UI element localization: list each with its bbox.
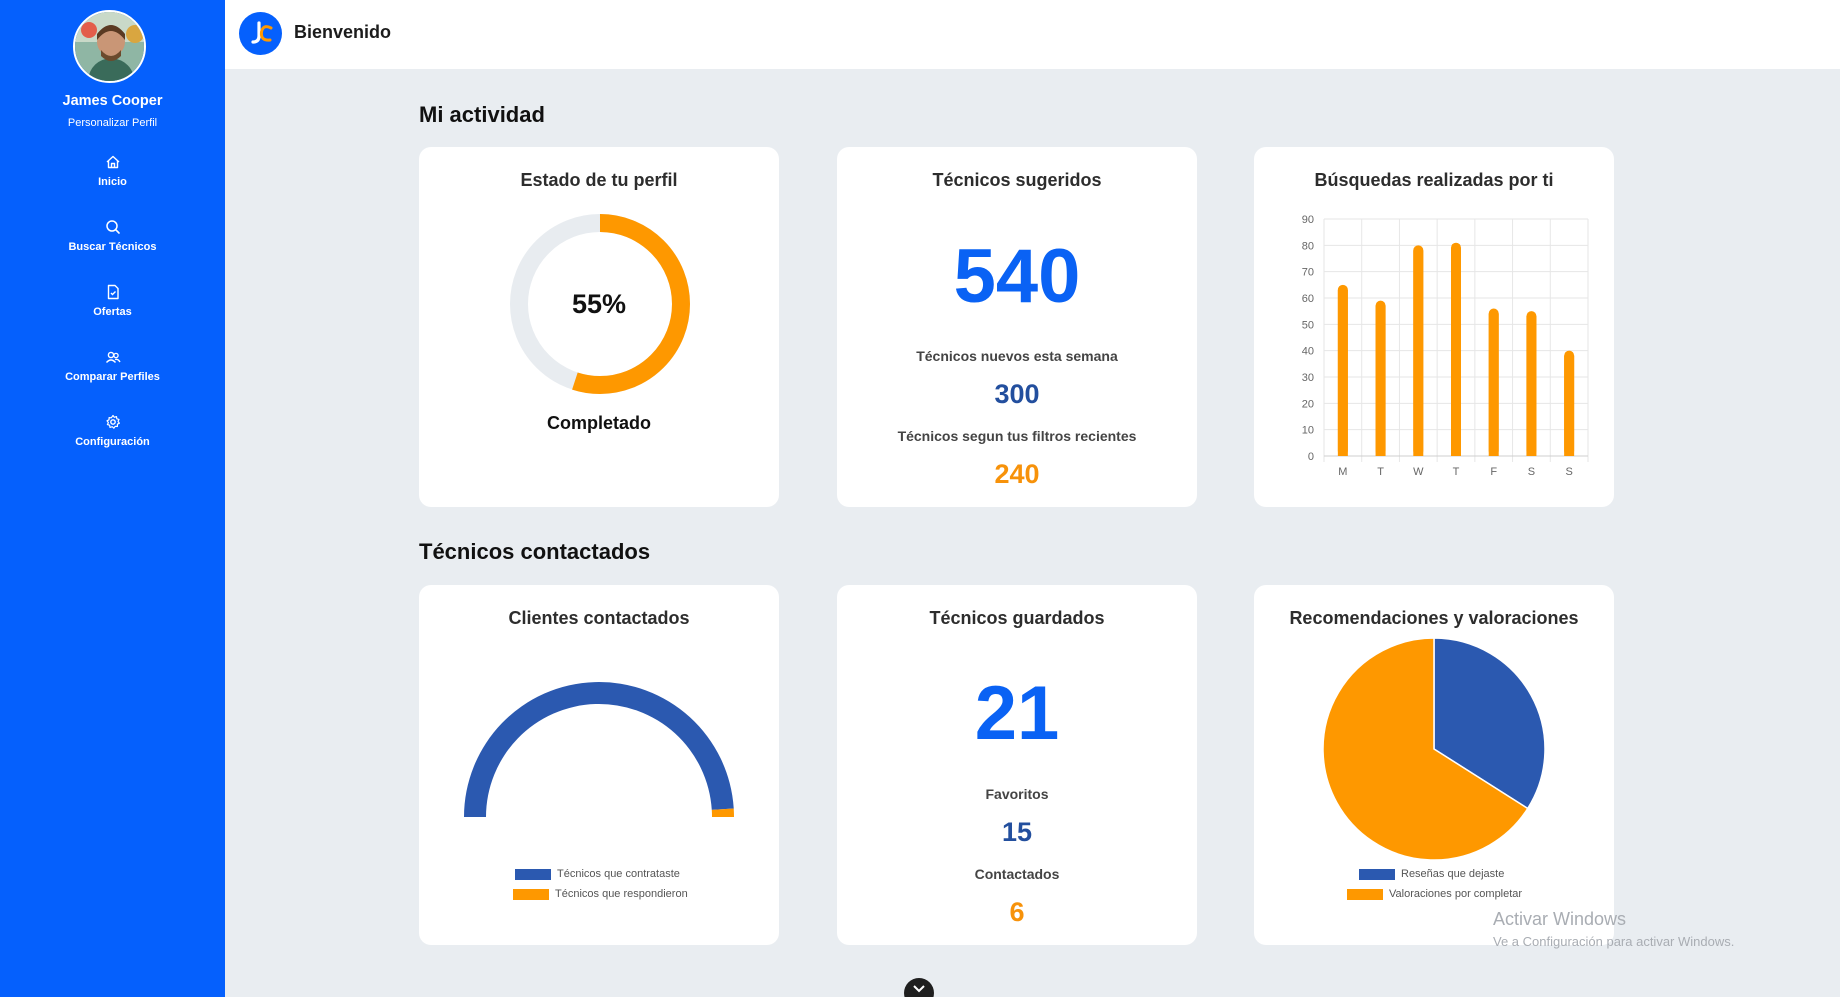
legend-item[interactable]: Reseñas que dejaste	[1359, 868, 1504, 880]
searches-chart-card: Búsquedas realizadas por ti 0 10 20 30 40 50 6…	[1254, 147, 1614, 507]
contacted-value: 6	[1009, 897, 1025, 927]
nav-item-comparar-perfiles[interactable]: Comparar Perfiles	[0, 349, 225, 397]
reviews-pie-chart	[1322, 637, 1546, 861]
home-icon	[106, 155, 119, 169]
legend-swatch-orange	[1347, 888, 1383, 900]
y-tick-label: 70	[1302, 267, 1314, 279]
document-icon	[107, 284, 119, 300]
nav-label: Comparar Perfiles	[65, 371, 160, 383]
nav-label: Buscar Técnicos	[68, 241, 157, 253]
bar-base	[1488, 313, 1499, 456]
gauge-segment[interactable]	[711, 808, 734, 817]
x-tick-label: F	[1490, 466, 1497, 478]
y-tick-label: 0	[1308, 451, 1314, 463]
search-icon	[105, 220, 120, 234]
section-title-contacted: Técnicos contactados	[419, 539, 651, 564]
sidebar: James Cooper Personalizar Perfil Inicio …	[0, 0, 225, 997]
favorites-value: 15	[1001, 817, 1033, 847]
legend-label: Técnicos que contrataste	[557, 868, 680, 880]
new-this-week-value: 300	[994, 379, 1040, 409]
nav-label: Configuración	[75, 436, 150, 448]
x-tick-label: W	[1413, 466, 1424, 478]
contacted-clients-card: Clientes contactados Técnicos que contra…	[419, 585, 779, 945]
card-title: Técnicos sugeridos	[932, 170, 1102, 190]
x-tick-label: T	[1453, 466, 1460, 478]
x-tick-label: M	[1338, 466, 1347, 478]
customize-profile-link[interactable]: Personalizar Perfil	[0, 117, 225, 129]
header-title: Bienvenido	[294, 22, 392, 42]
legend-swatch-blue	[515, 868, 551, 880]
new-this-week-label: Técnicos nuevos esta semana	[916, 348, 1118, 364]
users-icon	[105, 351, 121, 363]
bar-base	[1413, 250, 1424, 456]
y-tick-label: 60	[1302, 293, 1314, 305]
profile-percent-label: 55%	[571, 289, 627, 319]
nav-item-inicio[interactable]: Inicio	[0, 154, 225, 202]
card-title: Clientes contactados	[508, 608, 690, 628]
nav-label: Inicio	[98, 176, 127, 188]
y-tick-label: 50	[1302, 319, 1314, 331]
recent-filters-label: Técnicos segun tus filtros recientes	[897, 428, 1137, 444]
windows-activation-subtitle: Ve a Configuración para activar Windows.	[1493, 934, 1735, 949]
legend-item[interactable]: Técnicos que contrataste	[515, 868, 680, 880]
contacted-label: Contactados	[974, 866, 1060, 882]
y-tick-label: 20	[1302, 398, 1314, 410]
profile-status-card: Estado de tu perfil 55% Completado	[419, 147, 779, 507]
bar-base	[1564, 355, 1575, 456]
legend-label: Reseñas que dejaste	[1401, 868, 1505, 880]
nav-item-configuracion[interactable]: Configuración	[0, 414, 225, 462]
y-tick-label: 10	[1302, 425, 1314, 437]
scroll-down-button[interactable]	[904, 978, 934, 997]
reviews-card: Recomendaciones y valoraciones Reseñas q…	[1254, 585, 1614, 945]
legend-item[interactable]: Valoraciones por completar	[1347, 888, 1522, 900]
top-header: Bienvenido	[225, 0, 1840, 69]
suggested-technicians-card: Técnicos sugeridos 540 Técnicos nuevos e…	[837, 147, 1197, 507]
card-title: Recomendaciones y valoraciones	[1289, 608, 1579, 628]
y-tick-label: 30	[1302, 372, 1314, 384]
chart-title: Búsquedas realizadas por ti	[1314, 170, 1554, 190]
app-logo[interactable]	[239, 12, 282, 55]
gear-icon	[105, 414, 120, 429]
favorites-label: Favoritos	[985, 786, 1049, 802]
legend-label: Valoraciones por completar	[1389, 888, 1523, 900]
windows-activation-title: Activar Windows	[1493, 909, 1627, 929]
avatar[interactable]	[73, 10, 146, 83]
y-tick-label: 90	[1302, 214, 1314, 226]
gauge-segment[interactable]	[464, 681, 734, 817]
saved-technicians-card: Técnicos guardados 21 Favoritos 15 Conta…	[837, 585, 1197, 945]
legend-label: Técnicos que respondieron	[555, 888, 688, 900]
bar-base	[1451, 247, 1461, 456]
searches-bar-chart: 0 10 20 30 40 50 60 70 80 90 M T W T F S S	[1302, 214, 1589, 478]
x-tick-label: S	[1565, 466, 1572, 478]
x-tick-label: T	[1377, 466, 1384, 478]
y-tick-label: 40	[1302, 346, 1314, 358]
x-tick-label: S	[1528, 466, 1535, 478]
nav-item-ofertas[interactable]: Ofertas	[0, 284, 225, 332]
bar-base	[1337, 289, 1348, 456]
chevron-down-icon	[913, 985, 925, 993]
bar-base	[1526, 316, 1537, 456]
bar-base	[1375, 305, 1386, 456]
nav-label: Ofertas	[93, 306, 132, 318]
legend-swatch-blue	[1359, 868, 1395, 880]
legend-swatch-orange	[513, 888, 549, 900]
section-title-activity: Mi actividad	[419, 102, 545, 127]
y-tick-label: 80	[1302, 240, 1314, 252]
saved-total: 21	[974, 671, 1060, 756]
profile-completed-label: Completado	[546, 413, 651, 433]
card-title: Técnicos guardados	[929, 608, 1105, 628]
recent-filters-value: 240	[994, 459, 1040, 489]
suggested-total: 540	[953, 234, 1081, 319]
contacted-clients-gauge	[464, 681, 734, 817]
legend-item[interactable]: Técnicos que respondieron	[513, 888, 688, 900]
nav-item-buscar-tecnicos[interactable]: Buscar Técnicos	[0, 219, 225, 267]
user-name: James Cooper	[62, 93, 163, 109]
card-title: Estado de tu perfil	[520, 170, 678, 190]
